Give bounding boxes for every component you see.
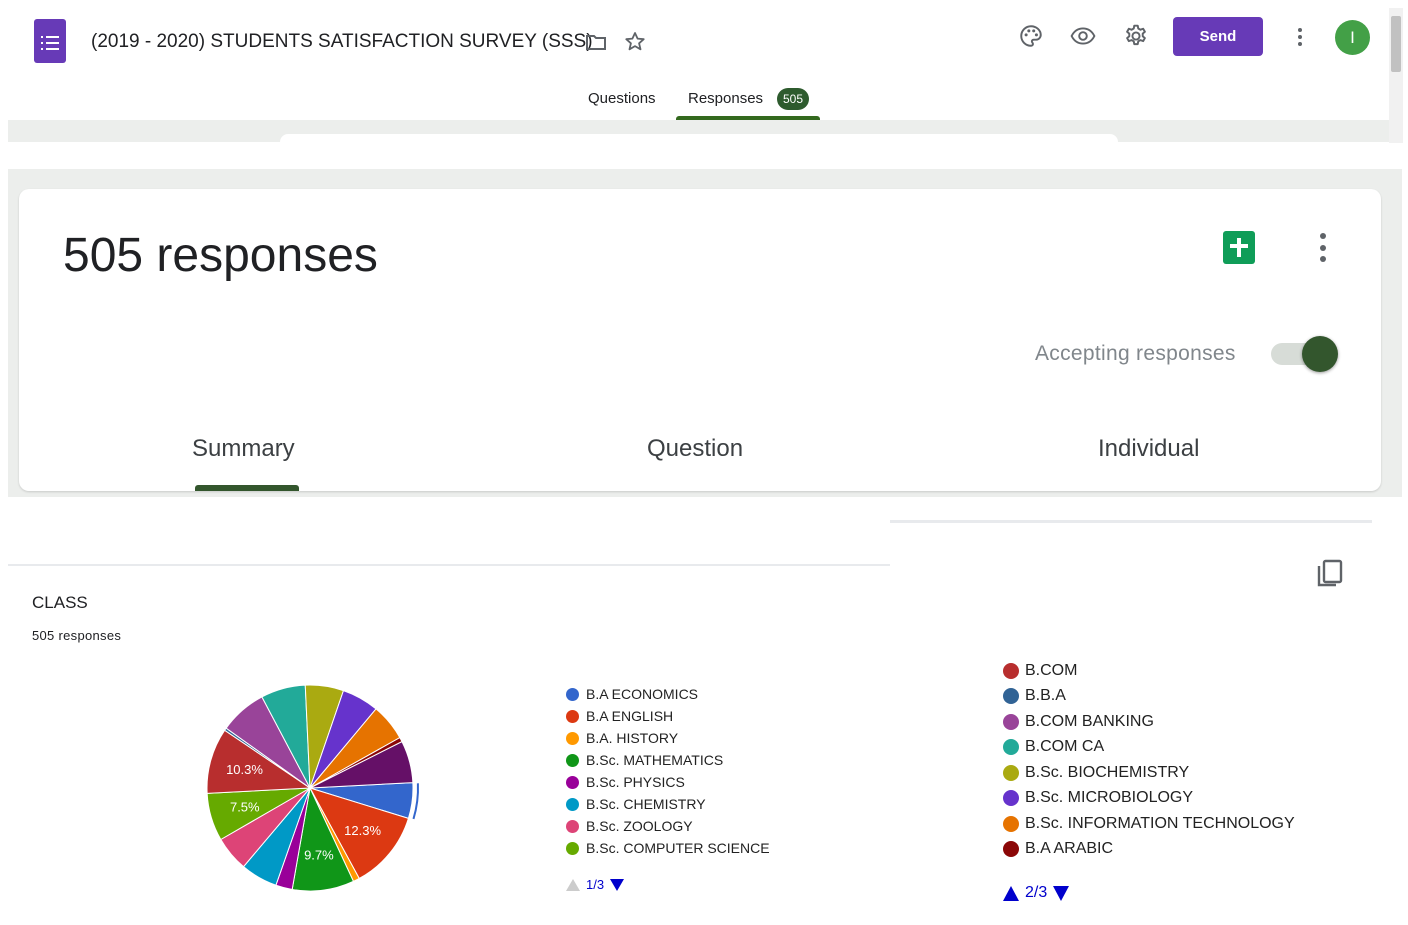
legend-item: B.Sc. ZOOLOGY — [566, 815, 770, 837]
legend-page-label: 2/3 — [1025, 884, 1048, 901]
responses-count-badge: 505 — [777, 88, 809, 110]
tab-responses[interactable]: Responses — [688, 90, 763, 107]
legend-label: B.Sc. MATHEMATICS — [586, 752, 724, 768]
legend-item: B.A. HISTORY — [566, 727, 770, 749]
legend-label: B.Sc. PHYSICS — [586, 774, 685, 790]
pie-data-label: 12.3% — [344, 823, 381, 838]
legend-next-icon[interactable] — [1053, 885, 1070, 901]
legend-label: B.A. HISTORY — [586, 730, 679, 746]
tab-individual[interactable]: Individual — [1098, 435, 1199, 463]
question-title: CLASS — [32, 593, 88, 612]
legend-swatch — [1003, 790, 1019, 807]
chart-legend-page-1: B.A ECONOMICS B.A ENGLISH B.A. HISTORY B.Sc… — [566, 683, 770, 859]
legend-swatch — [1003, 815, 1019, 832]
chart-legend-page-2: B.COM B.B.A B.COM BANKING B.COM CA B.Sc. BIO… — [1003, 658, 1295, 862]
legend-item: B.Sc. MICROBIOLOGY — [1003, 786, 1295, 812]
legend-swatch — [566, 731, 579, 745]
tab-summary[interactable]: Summary — [192, 435, 295, 463]
legend-swatch — [1003, 662, 1019, 679]
legend-next-icon[interactable] — [610, 878, 625, 891]
avatar[interactable]: I — [1335, 20, 1370, 55]
legend-pager-1[interactable]: 1/3 — [566, 877, 625, 892]
legend-item: B.COM — [1003, 658, 1295, 684]
legend-swatch — [1003, 739, 1019, 756]
legend-swatch — [566, 841, 579, 855]
legend-label: B.A ENGLISH — [586, 708, 674, 724]
legend-item: B.A ARABIC — [1003, 837, 1295, 863]
tab-question[interactable]: Question — [647, 435, 743, 463]
legend-label: B.COM BANKING — [1025, 712, 1154, 730]
pie-data-label: 9.7% — [304, 847, 334, 862]
form-icon[interactable] — [34, 19, 66, 63]
legend-item: B.B.A — [1003, 684, 1295, 710]
legend-swatch — [566, 687, 579, 701]
gear-icon[interactable] — [1120, 20, 1152, 52]
legend-label: B.Sc. INFORMATION TECHNOLOGY — [1025, 814, 1295, 832]
palette-icon[interactable] — [1015, 20, 1047, 52]
legend-item: B.A ENGLISH — [566, 705, 770, 727]
toggle-knob[interactable] — [1302, 336, 1338, 372]
pie-data-label: 7.5% — [230, 799, 260, 814]
legend-label: B.Sc. CHEMISTRY — [586, 796, 706, 812]
legend-label: B.COM CA — [1025, 738, 1105, 756]
legend-label: B.B.A — [1025, 687, 1066, 705]
legend-label: B.Sc. ZOOLOGY — [586, 818, 693, 834]
legend-swatch — [566, 775, 579, 789]
legend-pager-2[interactable]: 2/3 — [1003, 884, 1070, 902]
legend-prev-icon[interactable] — [1003, 885, 1019, 901]
copy-chart-icon[interactable] — [1314, 557, 1346, 589]
accepting-responses-label: Accepting responses — [1035, 342, 1236, 365]
legend-label: B.COM — [1025, 661, 1078, 679]
legend-item: B.Sc. COMPUTER SCIENCE — [566, 837, 770, 859]
more-vert-icon[interactable] — [1296, 28, 1304, 46]
legend-swatch — [566, 819, 579, 833]
legend-item: B.Sc. PHYSICS — [566, 771, 770, 793]
pie-data-label: 10.3% — [226, 762, 263, 777]
star-icon[interactable] — [619, 26, 651, 58]
legend-swatch — [566, 709, 579, 723]
section-divider — [8, 564, 890, 566]
legend-swatch — [566, 797, 579, 811]
scrollbar-thumb[interactable] — [1391, 16, 1401, 72]
tab-questions[interactable]: Questions — [588, 90, 656, 107]
card-top-edge — [280, 134, 1118, 144]
legend-label: B.A ECONOMICS — [586, 686, 699, 702]
legend-item: B.Sc. BIOCHEMISTRY — [1003, 760, 1295, 786]
folder-icon[interactable] — [580, 26, 612, 58]
legend-page-label: 1/3 — [586, 877, 605, 892]
legend-swatch — [566, 753, 579, 767]
legend-swatch — [1003, 713, 1019, 730]
legend-item: B.COM BANKING — [1003, 709, 1295, 735]
legend-label: B.Sc. MICROBIOLOGY — [1025, 789, 1194, 807]
legend-label: B.Sc. BIOCHEMISTRY — [1025, 763, 1190, 781]
legend-swatch — [1003, 688, 1019, 705]
responses-count-title: 505 responses — [63, 229, 378, 282]
send-button[interactable]: Send — [1173, 17, 1263, 56]
pie-slice-highlight — [412, 783, 419, 820]
legend-label: B.Sc. COMPUTER SCIENCE — [586, 840, 770, 856]
section-divider-right — [890, 520, 1372, 523]
card-more-vert-icon[interactable] — [1318, 233, 1328, 262]
sheets-icon[interactable] — [1223, 231, 1255, 264]
legend-swatch — [1003, 764, 1019, 781]
legend-item: B.Sc. CHEMISTRY — [566, 793, 770, 815]
summary-tab-indicator — [195, 485, 299, 491]
legend-prev-icon[interactable] — [566, 878, 580, 891]
legend-item: B.Sc. MATHEMATICS — [566, 749, 770, 771]
legend-item: B.Sc. INFORMATION TECHNOLOGY — [1003, 811, 1295, 837]
question-response-count: 505 responses — [32, 628, 122, 643]
form-title[interactable]: (2019 - 2020) STUDENTS SATISFACTION SURV… — [91, 31, 593, 53]
legend-item: B.COM CA — [1003, 735, 1295, 761]
legend-item: B.A ECONOMICS — [566, 683, 770, 705]
eye-icon[interactable] — [1067, 20, 1099, 52]
class-pie-chart[interactable]: 12.3% 9.7% 7.5% 10.3% — [205, 684, 425, 900]
legend-label: B.A ARABIC — [1025, 840, 1114, 858]
legend-swatch — [1003, 841, 1019, 858]
